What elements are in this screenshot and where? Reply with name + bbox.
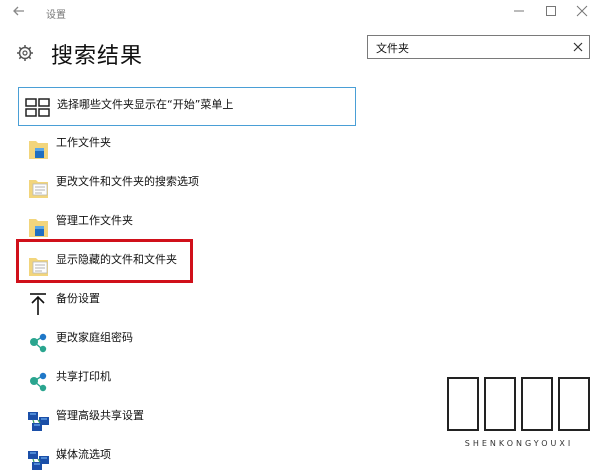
gear-icon: [17, 45, 33, 61]
watermark-char-box: [521, 377, 553, 431]
watermark-char-box: [447, 377, 479, 431]
result-label: 更改家庭组密码: [56, 331, 133, 344]
result-label: 工作文件夹: [56, 136, 111, 149]
minimize-icon[interactable]: [510, 3, 528, 19]
result-start-folders[interactable]: 选择哪些文件夹显示在“开始”菜单上: [18, 87, 356, 126]
watermark-subtitle: SHENKONGYOUXI: [464, 439, 574, 448]
result-label: 更改文件和文件夹的搜索选项: [56, 175, 199, 188]
result-search-options[interactable]: 更改文件和文件夹的搜索选项: [18, 165, 356, 203]
result-homegroup-password[interactable]: 更改家庭组密码: [18, 321, 356, 359]
start-folders-icon: [25, 98, 50, 117]
result-work-folders[interactable]: 工作文件夹: [18, 126, 356, 164]
result-label: 备份设置: [56, 292, 100, 305]
work-folder-icon: [29, 219, 48, 237]
watermark-char-box: [558, 377, 590, 431]
result-label: 管理工作文件夹: [56, 214, 133, 227]
result-label: 共享打印机: [56, 370, 111, 383]
result-show-hidden-files[interactable]: 显示隐藏的文件和文件夹: [18, 243, 356, 281]
title-bar: 设置: [0, 0, 600, 24]
result-label: 管理高级共享设置: [56, 409, 144, 422]
search-input[interactable]: 文件夹: [367, 35, 590, 59]
result-label: 选择哪些文件夹显示在“开始”菜单上: [57, 98, 234, 111]
folder-options-icon: [29, 258, 48, 276]
network-icon: [28, 451, 49, 470]
back-arrow-icon[interactable]: [12, 4, 26, 18]
watermark-logo: SHENKONGYOUXI: [444, 377, 594, 467]
network-icon: [28, 412, 49, 431]
result-advanced-sharing[interactable]: 管理高级共享设置: [18, 399, 356, 437]
result-share-printer[interactable]: 共享打印机: [18, 360, 356, 398]
result-label: 媒体流选项: [56, 448, 111, 461]
window-title: 设置: [46, 10, 66, 21]
clear-icon[interactable]: [572, 41, 584, 53]
maximize-icon[interactable]: [542, 3, 560, 19]
result-media-streaming[interactable]: 媒体流选项: [18, 438, 356, 476]
watermark-char-box: [484, 377, 516, 431]
close-icon[interactable]: [573, 3, 591, 19]
result-backup-settings[interactable]: 备份设置: [18, 282, 356, 320]
result-manage-work-folders[interactable]: 管理工作文件夹: [18, 204, 356, 242]
homegroup-icon: [30, 333, 47, 353]
result-label: 显示隐藏的文件和文件夹: [56, 253, 177, 266]
folder-options-icon: [29, 180, 48, 198]
search-input-value: 文件夹: [376, 42, 409, 55]
homegroup-icon: [30, 372, 47, 392]
page-title: 搜索结果: [51, 44, 144, 69]
work-folder-icon: [29, 141, 48, 159]
backup-arrow-icon: [30, 293, 46, 315]
